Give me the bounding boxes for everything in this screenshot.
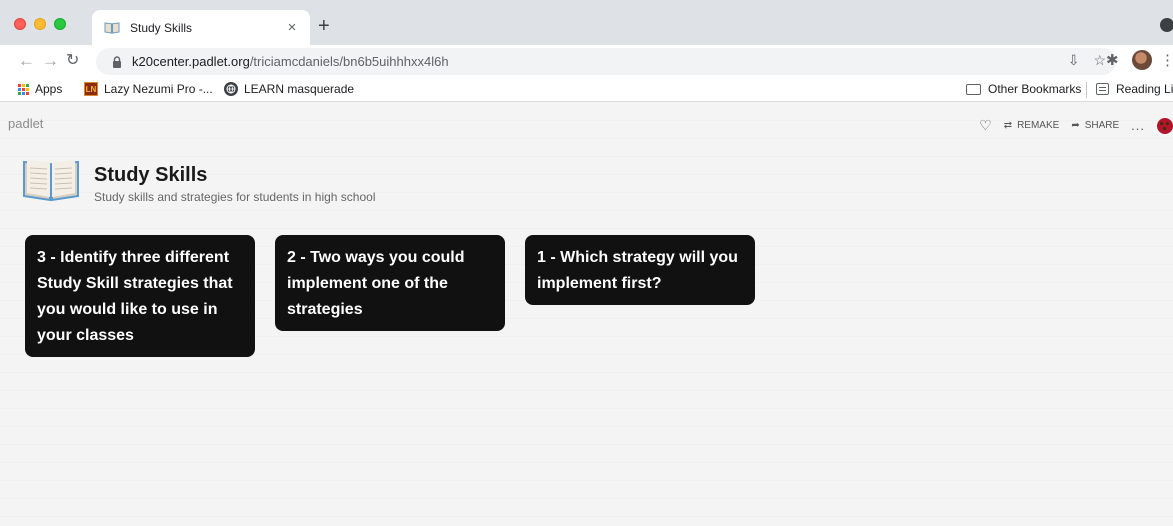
tab-study-skills[interactable]: Study Skills ×: [92, 10, 310, 45]
board-actions: ♡ ⇄ REMAKE ➦ SHARE ...: [979, 117, 1173, 134]
board-title: Study Skills: [94, 164, 208, 186]
profile-avatar[interactable]: [1132, 50, 1152, 70]
close-window-button[interactable]: [14, 18, 26, 30]
heart-icon[interactable]: ♡: [979, 117, 992, 134]
remake-button[interactable]: ⇄ REMAKE: [1004, 120, 1060, 131]
extensions-puzzle-icon[interactable]: ✱: [1106, 51, 1119, 69]
remake-icon: ⇄: [1003, 120, 1013, 131]
remake-label: REMAKE: [1017, 120, 1060, 131]
bookmark-lazy-label: Lazy Nezumi Pro -...: [104, 82, 213, 96]
bookmark-learn-label: LEARN masquerade: [244, 82, 355, 96]
column-heading[interactable]: 1 - Which strategy will you implement fi…: [525, 235, 755, 305]
bookmark-apps-label: Apps: [35, 82, 63, 96]
bookmark-apps[interactable]: Apps: [18, 82, 62, 96]
ladybug-avatar[interactable]: [1157, 117, 1173, 134]
reading-list-icon: [1096, 83, 1109, 95]
bookmark-learn-masquerade[interactable]: LEARN masquerade: [224, 82, 354, 96]
bookmark-reading-list[interactable]: Reading Lis: [1096, 82, 1173, 96]
more-options-button[interactable]: ...: [1131, 118, 1145, 133]
board-description: Study skills and strategies for students…: [94, 190, 376, 204]
padlet-logo[interactable]: padlet: [8, 116, 43, 131]
lock-icon: [112, 55, 122, 68]
browser-toolbar: ← → ↻ k20center.padlet.org/triciamcdanie…: [0, 45, 1173, 77]
tab-close-icon[interactable]: ×: [284, 19, 300, 36]
folder-icon: [966, 83, 981, 95]
profile-dot-icon[interactable]: [1160, 18, 1173, 32]
bookmarks-divider: [1086, 82, 1087, 98]
column-heading[interactable]: 2 - Two ways you could implement one of …: [275, 235, 505, 331]
address-bar[interactable]: k20center.padlet.org/triciamcdaniels/bn6…: [96, 48, 1116, 75]
install-app-icon[interactable]: ⇩: [1068, 52, 1080, 69]
reload-icon[interactable]: ↻: [66, 51, 79, 71]
minimize-window-button[interactable]: [34, 18, 46, 30]
bookmarks-bar: Apps LN Lazy Nezumi Pro -... LEARN masqu…: [0, 77, 1173, 102]
open-book-icon: [23, 160, 79, 202]
bookmark-other-bookmarks[interactable]: Other Bookmarks: [966, 82, 1081, 96]
zoom-window-button[interactable]: [54, 18, 66, 30]
padlet-board: padlet ♡ ⇄ REMAKE ➦ SHARE ... Study Skil…: [0, 103, 1173, 526]
new-tab-button[interactable]: +: [318, 16, 330, 36]
share-button[interactable]: ➦ SHARE: [1071, 120, 1119, 131]
url-host: k20center.padlet.org: [132, 54, 250, 69]
share-label: SHARE: [1084, 120, 1120, 131]
lazy-nezumi-icon: LN: [84, 82, 98, 96]
column-heading[interactable]: 3 - Identify three different Study Skill…: [25, 235, 255, 357]
url-path: /triciamcdaniels/bn6b5uihhhxx4l6h: [249, 54, 449, 69]
book-icon: [104, 21, 120, 34]
bookmark-star-icon[interactable]: ☆: [1093, 52, 1106, 69]
tab-strip: Study Skills × +: [0, 0, 1173, 45]
forward-arrow-icon[interactable]: →: [42, 51, 59, 71]
omnibox-actions: ⇩ ☆: [1068, 52, 1106, 69]
bookmark-reading-label: Reading Lis: [1116, 82, 1173, 96]
bookmark-other-label: Other Bookmarks: [988, 82, 1082, 96]
board-header: Study Skills Study skills and strategies…: [22, 156, 375, 204]
browser-menu-icon[interactable]: ⋮: [1160, 51, 1173, 69]
back-arrow-icon[interactable]: ←: [18, 51, 35, 71]
apps-grid-icon: [18, 83, 29, 95]
bookmark-lazy-nezumi[interactable]: LN Lazy Nezumi Pro -...: [84, 82, 213, 96]
share-arrow-icon: ➦: [1071, 120, 1080, 131]
globe-icon: [224, 82, 238, 96]
tab-title: Study Skills: [130, 20, 193, 35]
